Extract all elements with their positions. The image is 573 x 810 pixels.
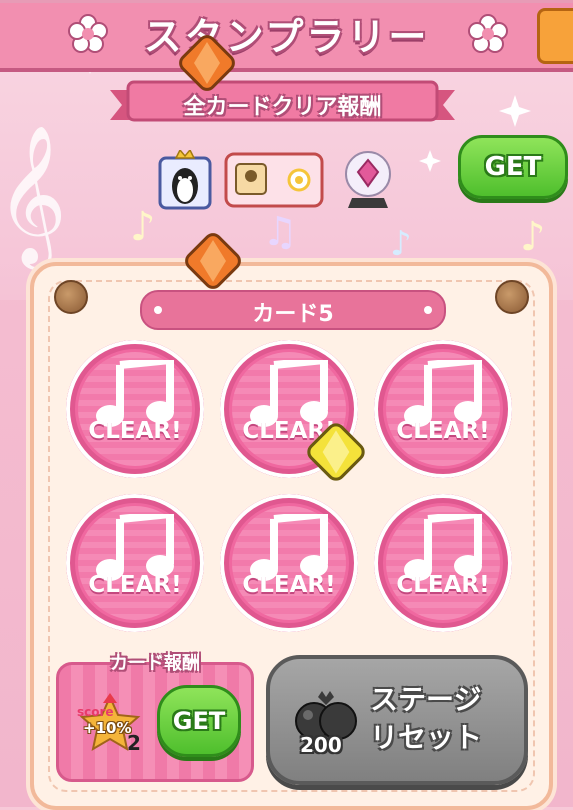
svg-text:♪: ♪ — [390, 224, 412, 264]
orange-gem-icon — [179, 35, 235, 91]
score-count: 2 — [127, 731, 141, 755]
stamp-slot-5[interactable]: CLEAR! — [220, 494, 358, 632]
score-word: score — [77, 705, 114, 719]
stamp-clear-label: CLEAR! — [88, 418, 182, 444]
card-reward-get-button[interactable]: GET — [157, 685, 241, 757]
yellow-gem-icon — [307, 423, 365, 481]
stamp-slot-6[interactable]: CLEAR! — [374, 494, 512, 632]
stamp-slot-4[interactable]: CLEAR! — [66, 494, 204, 632]
stage-reset-button[interactable]: 200 ステージ リセット — [266, 655, 528, 785]
all-clear-get-button[interactable]: GET — [458, 135, 568, 199]
reset-label: ステージ リセット — [370, 681, 482, 757]
card-reward-label: カード報酬 — [110, 653, 200, 674]
reset-label-line1: ステージ — [370, 683, 482, 716]
reset-label-line2: リセット — [370, 721, 483, 754]
crystal-ball-icon — [345, 151, 391, 208]
close-button[interactable] — [537, 8, 573, 64]
svg-text:♪: ♪ — [130, 204, 156, 250]
card-reward-box: カード報酬 score +10% 2 GET — [56, 653, 254, 782]
flower-icon-right — [468, 14, 508, 53]
title-dot-right — [424, 306, 432, 314]
penguin-character-icon — [158, 150, 212, 210]
stamp-clear-label: CLEAR! — [396, 572, 490, 598]
orange-gem-icon — [185, 233, 241, 289]
stamp-clear-label: CLEAR! — [396, 418, 490, 444]
reset-cost: 200 — [300, 733, 342, 757]
score-bonus: +10% — [83, 719, 132, 737]
header-bar: スタンプラリー — [0, 0, 573, 72]
svg-text:♪: ♪ — [520, 214, 546, 260]
all-clear-reward-ribbon: 全カードクリア報酬 — [110, 80, 455, 126]
svg-text:♫: ♫ — [262, 209, 298, 255]
svg-text:𝄞: 𝄞 — [0, 125, 67, 270]
stamp-slot-3[interactable]: CLEAR! — [374, 340, 512, 478]
stamp-clear-label: CLEAR! — [88, 572, 182, 598]
stamp-slot-1[interactable]: CLEAR! — [66, 340, 204, 478]
card-title: カード5 — [252, 302, 334, 327]
ribbon-label: 全カードクリア報酬 — [183, 95, 382, 120]
card-title-bar: カード5 — [140, 290, 446, 330]
screw-icon-left — [54, 280, 88, 314]
screw-icon-right — [495, 280, 529, 314]
stamp-clear-label: CLEAR! — [242, 572, 336, 598]
profile-card-icon — [224, 152, 324, 208]
